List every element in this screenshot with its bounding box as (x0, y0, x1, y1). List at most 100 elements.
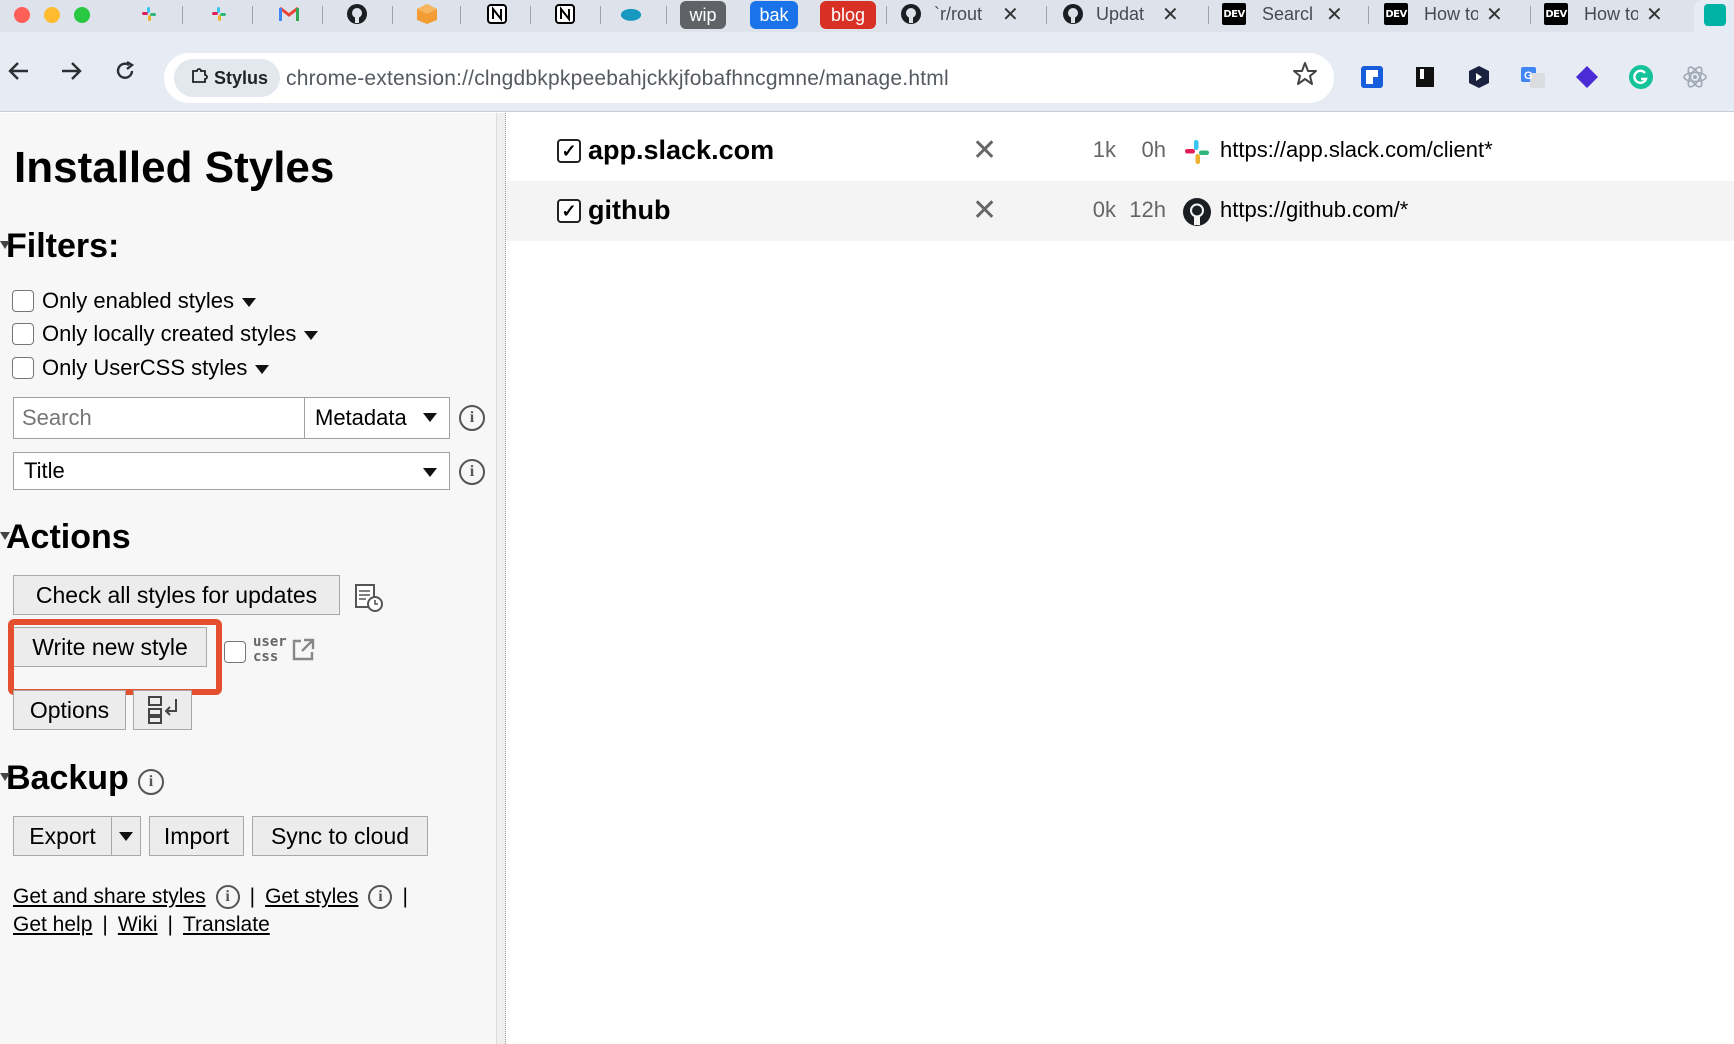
hexagon-extension-icon[interactable] (1464, 62, 1494, 92)
style-entry-github[interactable]: ✓ github ✕ 0k 12h https://github.com/* (506, 181, 1734, 241)
close-window-button[interactable] (14, 7, 30, 23)
diamond-extension-icon[interactable] (1572, 62, 1602, 92)
filter-only-usercss[interactable]: Only UserCSS styles (12, 354, 270, 382)
tab-github[interactable] (346, 0, 368, 28)
close-icon[interactable]: ✕ (1326, 2, 1343, 27)
delete-style-icon[interactable]: ✕ (972, 133, 997, 168)
sort-select[interactable]: Title (13, 452, 450, 490)
sidebar-resize-handle[interactable] (496, 113, 506, 1044)
actions-heading[interactable]: Actions (0, 518, 131, 557)
tab-salesforce[interactable] (620, 0, 642, 28)
translate-link[interactable]: Translate (183, 913, 270, 937)
address-bar[interactable]: Stylus chrome-extension://clngdbkpkpeeba… (164, 53, 1334, 103)
github-icon (1182, 197, 1212, 227)
collapse-triangle-icon (0, 773, 10, 781)
filter-only-local[interactable]: Only locally created styles (12, 320, 319, 348)
tab-dev-howto-1[interactable]: DEV How to ✕ (1384, 0, 1516, 28)
tab-slack-2[interactable] (208, 0, 230, 28)
active-tab[interactable] (1694, 0, 1734, 32)
bookmark-star-icon[interactable] (1292, 61, 1318, 94)
search-info-icon[interactable]: i (459, 405, 485, 431)
close-icon[interactable]: ✕ (1646, 2, 1663, 27)
tab-strip: wip bak blog `r/rout ✕ Updat ✕ DEV Searc… (0, 0, 1734, 32)
close-icon[interactable]: ✕ (1486, 2, 1503, 27)
react-devtools-icon[interactable] (1680, 62, 1710, 92)
get-and-share-link[interactable]: Get and share styles (13, 885, 206, 909)
highlight-annotation (8, 619, 222, 695)
search-input[interactable] (14, 398, 305, 438)
delete-style-icon[interactable]: ✕ (972, 193, 997, 228)
github-icon (1062, 3, 1084, 25)
filter-checkbox[interactable] (12, 357, 34, 379)
info-icon[interactable]: i (368, 885, 393, 909)
extension-chip[interactable]: Stylus (174, 59, 280, 97)
search-mode-select[interactable]: Metadata (305, 398, 449, 438)
backup-heading[interactable]: Backup (0, 759, 129, 798)
dropdown-caret-icon[interactable] (304, 330, 319, 340)
layout-toggle-button[interactable] (133, 690, 192, 730)
style-enabled-checkbox[interactable]: ✓ (557, 199, 581, 223)
tab-notion-1[interactable] (486, 0, 508, 28)
update-history-icon[interactable] (354, 583, 384, 613)
style-enabled-checkbox[interactable]: ✓ (557, 139, 581, 163)
export-menu-button[interactable] (111, 816, 141, 856)
style-applies-to: https://app.slack.com/client* (1220, 137, 1493, 162)
external-link-icon[interactable] (290, 637, 316, 663)
links-row-2: Get help | Wiki | Translate (13, 913, 270, 937)
forward-button[interactable] (52, 52, 90, 90)
url-text: chrome-extension://clngdbkpkpeebahjckkjf… (286, 67, 949, 90)
tab-group-blog[interactable]: blog (820, 1, 876, 29)
check-updates-button[interactable]: Check all styles for updates (13, 575, 340, 615)
sort-info-icon[interactable]: i (459, 459, 485, 485)
translate-icon[interactable]: G (1518, 62, 1548, 92)
maximize-window-button[interactable] (74, 7, 90, 23)
tab-group-wip[interactable]: wip (680, 1, 726, 29)
sort-value: Title (24, 458, 65, 483)
options-button[interactable]: Options (13, 690, 126, 730)
get-help-link[interactable]: Get help (13, 913, 92, 937)
tab-title: Updat (1096, 3, 1145, 24)
tab-dev-search[interactable]: DEV Searcl ✕ (1222, 0, 1354, 28)
dropdown-caret-icon[interactable] (255, 364, 270, 374)
style-name[interactable]: app.slack.com (588, 135, 774, 166)
filter-checkbox[interactable] (12, 290, 34, 312)
style-name[interactable]: github (588, 195, 670, 226)
tab-dev-howto-2[interactable]: DEV How to ✕ (1544, 0, 1676, 28)
slack-icon (208, 3, 230, 25)
bookmark-extension-icon[interactable] (1410, 62, 1440, 92)
tab-group-bak[interactable]: bak (750, 1, 798, 29)
backup-info-icon[interactable]: i (138, 769, 164, 795)
wiki-link[interactable]: Wiki (118, 913, 158, 937)
tab-github-router[interactable]: `r/rout ✕ (900, 0, 1032, 28)
info-icon[interactable]: i (215, 885, 240, 909)
filters-heading[interactable]: Filters: (0, 227, 120, 266)
minimize-window-button[interactable] (44, 7, 60, 23)
close-icon[interactable]: ✕ (1002, 2, 1019, 27)
export-button[interactable]: Export (13, 816, 112, 856)
filter-checkbox[interactable] (12, 323, 34, 345)
filters-heading-label: Filters: (6, 227, 120, 265)
sync-to-cloud-button[interactable]: Sync to cloud (252, 816, 428, 856)
links-row-1: Get and share styles i | Get styles i | (13, 885, 418, 909)
collapse-triangle-icon (0, 241, 10, 249)
tab-github-update[interactable]: Updat ✕ (1062, 0, 1194, 28)
usercss-checkbox[interactable] (224, 641, 246, 663)
reload-button[interactable] (106, 52, 144, 90)
close-icon[interactable]: ✕ (1162, 2, 1179, 27)
bitwarden-icon[interactable] (1357, 62, 1387, 92)
import-button[interactable]: Import (149, 816, 244, 856)
tab-box[interactable] (416, 0, 438, 28)
usercss-label: user css (253, 635, 287, 667)
dropdown-caret-icon[interactable] (242, 297, 256, 307)
grammarly-icon[interactable] (1626, 62, 1656, 92)
tab-gmail[interactable] (278, 0, 300, 28)
page-title: Installed Styles (14, 143, 335, 192)
filter-only-enabled[interactable]: Only enabled styles (12, 287, 256, 315)
tab-notion-2[interactable] (554, 0, 576, 28)
back-button[interactable] (0, 52, 38, 90)
tab-slack-1[interactable] (138, 0, 160, 28)
layout-icon (147, 696, 177, 724)
style-entry-slack[interactable]: ✓ app.slack.com ✕ 1k 0h https://app.slac… (506, 121, 1734, 181)
link-separator: | (402, 885, 408, 908)
get-styles-link[interactable]: Get styles (265, 885, 358, 909)
